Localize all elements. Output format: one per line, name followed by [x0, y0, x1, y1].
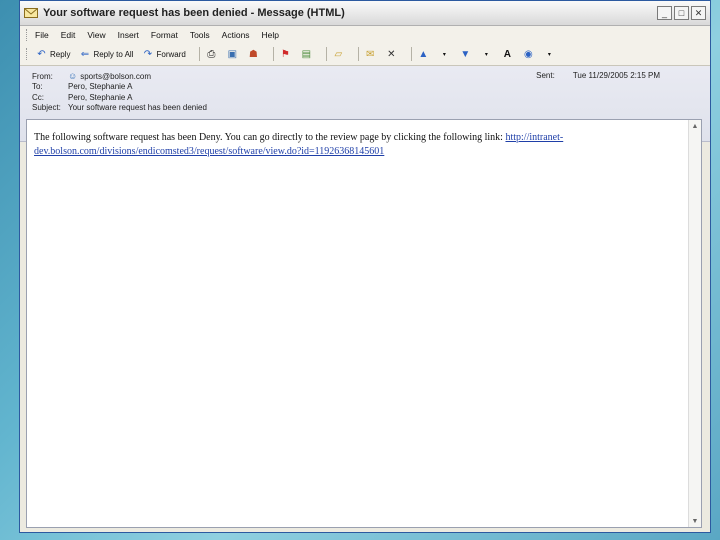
- previous-dropdown-icon[interactable]: ▾: [438, 48, 451, 61]
- menu-file[interactable]: File: [35, 30, 49, 40]
- font-size-icon[interactable]: A: [501, 48, 514, 61]
- categories-icon[interactable]: ▤: [300, 48, 313, 61]
- reply-label: Reply: [50, 49, 71, 59]
- delete-icon[interactable]: ✕: [385, 48, 398, 61]
- reply-all-icon: ⇐: [80, 48, 90, 60]
- message-body: The following software request has been …: [27, 120, 682, 159]
- reply-all-button[interactable]: ⇐ Reply to All: [78, 48, 134, 61]
- sender-icon: ☺: [68, 71, 78, 82]
- cc-label: Cc:: [32, 92, 44, 102]
- previous-item-icon[interactable]: ▲: [417, 48, 430, 61]
- subject-label: Subject:: [32, 103, 61, 113]
- scroll-up-icon[interactable]: ▲: [689, 120, 701, 132]
- forward-button[interactable]: ↷ Forward: [141, 48, 186, 61]
- menu-format[interactable]: Format: [151, 30, 178, 40]
- sent-row: Sent: Tue 11/29/2005 2:15 PM: [536, 71, 660, 80]
- window-controls: _ □ ✕: [657, 6, 706, 20]
- reply-icon: ↶: [37, 48, 46, 60]
- scroll-down-icon[interactable]: ▼: [689, 515, 701, 527]
- flag-icon[interactable]: ⚑: [279, 48, 292, 61]
- toolbar-options-icon[interactable]: ▾: [543, 48, 556, 61]
- envelope-icon: [24, 8, 38, 18]
- toolbar-separator: [325, 47, 327, 61]
- toolbar-separator: [410, 47, 412, 61]
- next-item-icon[interactable]: ▼: [459, 48, 472, 61]
- minimize-button[interactable]: _: [657, 6, 672, 20]
- standard-toolbar: ↶ Reply ⇐ Reply to All ↷ Forward ⎙ ▣ ☗ ⚑…: [20, 43, 710, 66]
- move-to-folder-icon[interactable]: ▱: [332, 48, 345, 61]
- toolbar-separator: [357, 47, 359, 61]
- toolbar-grip: [26, 48, 29, 60]
- outlook-message-window: Your software request has been denied - …: [19, 0, 711, 533]
- menu-view[interactable]: View: [87, 30, 105, 40]
- junk-icon[interactable]: ✉: [364, 48, 377, 61]
- menu-bar: File Edit View Insert Format Tools Actio…: [20, 26, 710, 43]
- from-label: From:: [32, 71, 53, 81]
- cc-row: Cc: Pero, Stephanie A: [32, 92, 710, 103]
- to-row: To: Pero, Stephanie A: [32, 82, 710, 93]
- close-button[interactable]: ✕: [691, 6, 706, 20]
- sent-label: Sent:: [536, 71, 555, 80]
- print-icon[interactable]: ⎙: [205, 48, 218, 61]
- help-icon[interactable]: ◉: [522, 48, 535, 61]
- reply-button[interactable]: ↶ Reply: [35, 48, 70, 61]
- to-label: To:: [32, 82, 43, 92]
- menu-edit[interactable]: Edit: [61, 30, 76, 40]
- from-value[interactable]: sports@bolson.com: [80, 72, 151, 81]
- message-body-pane[interactable]: The following software request has been …: [26, 119, 702, 528]
- window-title: Your software request has been denied - …: [43, 7, 345, 19]
- sent-value: Tue 11/29/2005 2:15 PM: [572, 71, 660, 80]
- maximize-button[interactable]: □: [674, 6, 689, 20]
- vertical-scrollbar[interactable]: ▲ ▼: [688, 120, 701, 527]
- forward-label: Forward: [156, 49, 186, 59]
- menu-help[interactable]: Help: [262, 30, 279, 40]
- menu-tools[interactable]: Tools: [190, 30, 210, 40]
- toolbar-separator: [198, 47, 200, 61]
- subject-row: Subject: Your software request has been …: [32, 103, 710, 114]
- people-icon[interactable]: ☗: [247, 48, 260, 61]
- to-value[interactable]: Pero, Stephanie A: [68, 82, 133, 91]
- subject-value: Your software request has been denied: [68, 103, 207, 113]
- from-value-group: ☺ sports@bolson.com: [68, 71, 151, 81]
- menu-insert[interactable]: Insert: [118, 30, 139, 40]
- title-bar: Your software request has been denied - …: [20, 1, 710, 26]
- toolbar-separator: [272, 47, 274, 61]
- forward-icon: ↷: [143, 48, 153, 60]
- message-text: The following software request has been …: [34, 132, 506, 143]
- reply-all-label: Reply to All: [93, 49, 134, 59]
- menu-grip: [26, 28, 29, 41]
- next-dropdown-icon[interactable]: ▾: [480, 48, 493, 61]
- menu-actions[interactable]: Actions: [222, 30, 250, 40]
- save-icon[interactable]: ▣: [226, 48, 239, 61]
- cc-value[interactable]: Pero, Stephanie A: [68, 93, 133, 102]
